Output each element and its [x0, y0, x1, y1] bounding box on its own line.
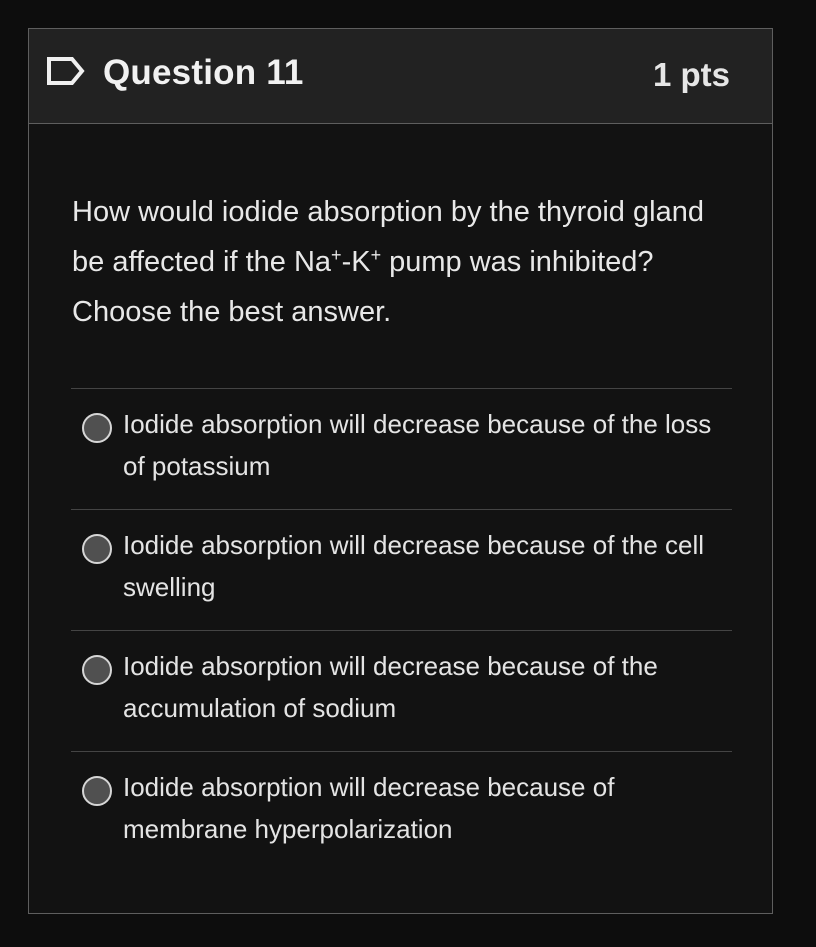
radio-unselected-icon[interactable] — [82, 776, 112, 806]
question-text-part2: -K — [341, 246, 371, 278]
question-header: Question 11 1 pts — [29, 29, 772, 124]
answer-option[interactable]: Iodide absorption will decrease because … — [71, 630, 732, 751]
answer-list: Iodide absorption will decrease because … — [71, 388, 732, 872]
question-text-sup1: + — [331, 245, 342, 265]
answer-label[interactable]: Iodide absorption will decrease because … — [123, 645, 728, 729]
answer-label[interactable]: Iodide absorption will decrease because … — [123, 766, 728, 850]
radio-unselected-icon[interactable] — [82, 413, 112, 443]
answer-option[interactable]: Iodide absorption will decrease because … — [71, 388, 732, 509]
answer-label[interactable]: Iodide absorption will decrease because … — [123, 403, 728, 487]
answer-label[interactable]: Iodide absorption will decrease because … — [123, 524, 728, 608]
question-text-sup2: + — [370, 245, 382, 265]
question-points: 1 pts — [652, 56, 730, 93]
radio-unselected-icon[interactable] — [82, 655, 112, 685]
question-card: Question 11 1 pts How would iodide absor… — [28, 28, 773, 914]
answer-option[interactable]: Iodide absorption will decrease because … — [71, 509, 732, 630]
answer-option[interactable]: Iodide absorption will decrease because … — [71, 751, 732, 872]
flag-question-icon[interactable] — [46, 56, 86, 86]
question-text: How would iodide absorption by the thyro… — [72, 187, 742, 337]
question-title: Question 11 — [103, 53, 304, 92]
radio-unselected-icon[interactable] — [82, 534, 112, 564]
